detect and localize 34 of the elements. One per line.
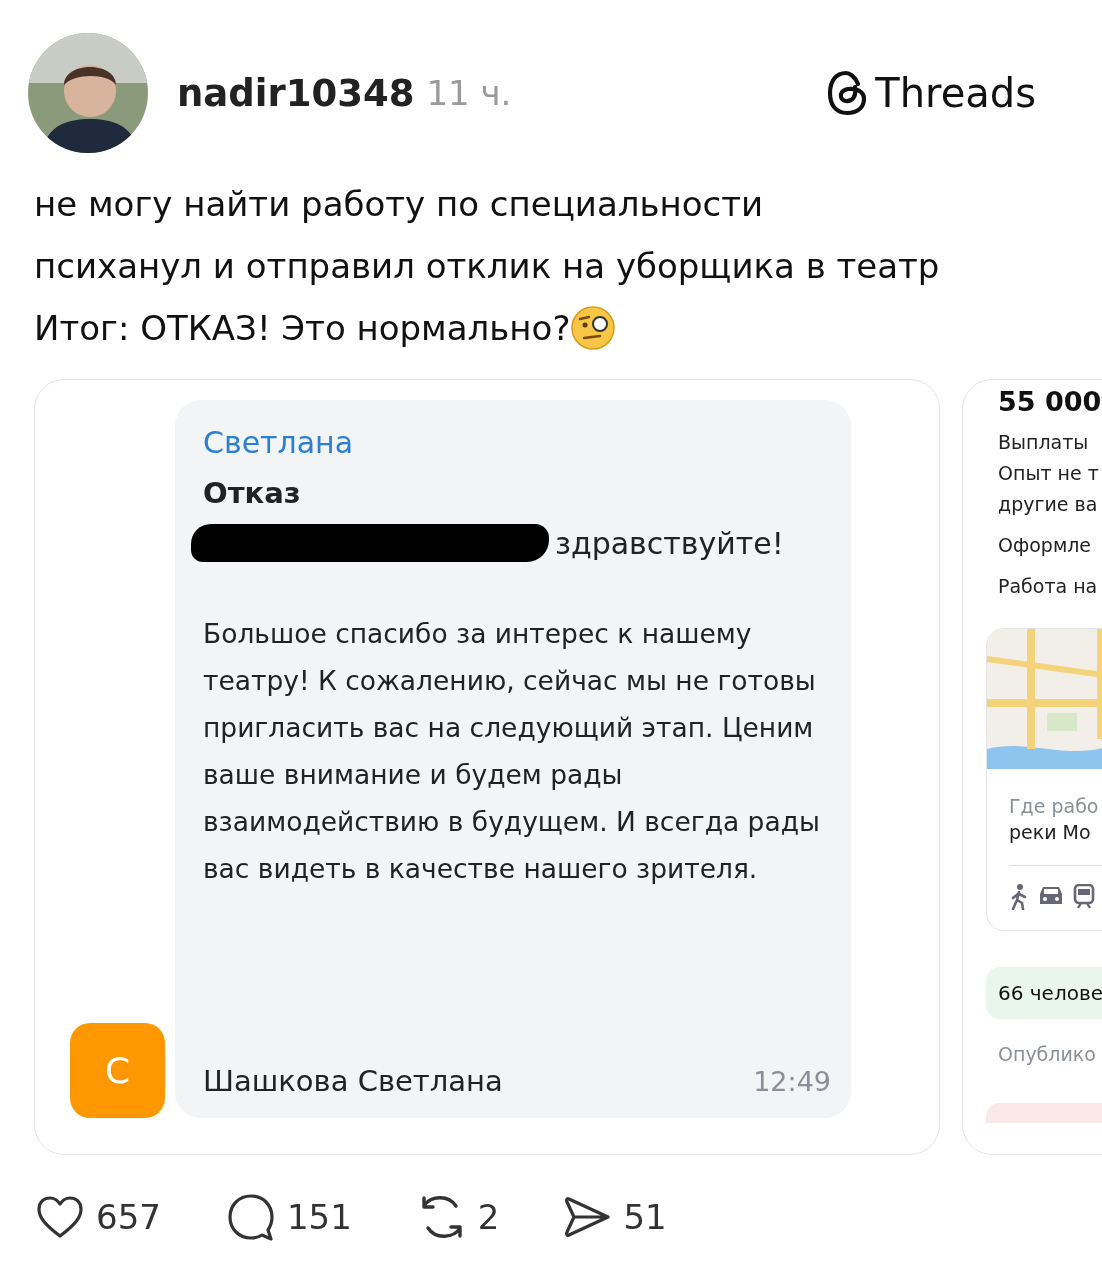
like-button[interactable]: 657 — [36, 1195, 161, 1239]
post-text-line: психанул и отправил отклик на уборщика в театр — [34, 245, 940, 288]
username[interactable]: nadir10348 — [177, 71, 415, 115]
train-icon — [1073, 884, 1095, 910]
published-text: Опублико — [998, 1043, 1097, 1065]
message-body: Большое спасибо за интерес к нашему театру! К сожалению, сейчас мы не готовы пригласить вас на следующий этап. Ценим ваше внимание и будем рады взаимодействию в будущем. И всегда рады вас видеть в качестве нашего зрителя. — [203, 617, 821, 886]
message-subject: Отказ — [203, 476, 302, 510]
vacancy-text: Опыт не т — [998, 461, 1100, 486]
post-text-line: не могу найти работу по специальности — [34, 183, 764, 226]
comment-button[interactable]: 151 — [226, 1193, 352, 1241]
vacancy-text: другие ва — [998, 492, 1099, 517]
sender-avatar: С — [70, 1023, 165, 1118]
share-button[interactable]: 51 — [565, 1195, 667, 1239]
message-time: 12:49 — [753, 1065, 831, 1097]
post-text-line: Итог: ОТКАЗ! Это нормально? — [34, 307, 571, 350]
address-hint: Где рабо — [1009, 795, 1100, 817]
threads-logo-icon — [827, 70, 868, 116]
brand-name: Threads — [875, 70, 1036, 116]
salary: 55 000 — [998, 386, 1102, 417]
comment-icon — [226, 1193, 275, 1241]
vacancy-text: Выплаты — [998, 430, 1090, 455]
responses-badge: 66 челове — [986, 967, 1102, 1019]
sender-name: Светлана — [203, 424, 355, 462]
walking-person-icon — [1009, 884, 1029, 910]
heart-icon — [36, 1195, 84, 1239]
post-time: 11 ч. — [426, 73, 512, 113]
greeting-text: здравствуйте! — [555, 525, 784, 561]
vacancy-detail: Работа на — [998, 574, 1099, 599]
repost-button[interactable]: 2 — [417, 1194, 500, 1240]
signature: Шашкова Светлана — [203, 1064, 503, 1098]
vacancy-detail: Оформле — [998, 533, 1093, 558]
monocle-emoji-icon — [570, 305, 617, 351]
address-text: реки Мо — [1009, 821, 1092, 843]
send-icon — [565, 1195, 612, 1239]
